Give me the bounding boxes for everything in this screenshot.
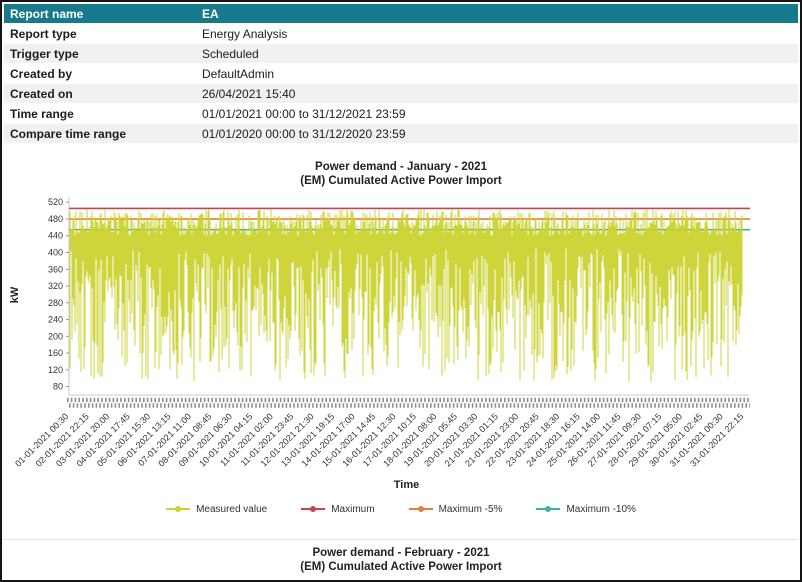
report-page: Report name EA Report type Energy Analys…: [0, 0, 802, 582]
table-row: Created by DefaultAdmin: [4, 64, 798, 84]
maximum-5-swatch-icon: [409, 508, 433, 510]
field-value: DefaultAdmin: [196, 67, 798, 81]
chart-legend: Measured value Maximum Maximum -5% Maxim…: [4, 500, 798, 518]
legend-item-maximum-5: Maximum -5%: [409, 504, 503, 515]
maximum-swatch-icon: [301, 508, 325, 510]
svg-text:280: 280: [48, 298, 63, 308]
measured-value-swatch-icon: [166, 508, 190, 510]
next-chart-subtitle: (EM) Cumulated Active Power Import: [4, 560, 798, 574]
table-row: Report type Energy Analysis: [4, 24, 798, 44]
svg-text:360: 360: [48, 264, 63, 274]
field-label: Time range: [4, 107, 196, 121]
field-label: Trigger type: [4, 47, 196, 61]
legend-marker-icon: [175, 506, 181, 512]
field-label: Compare time range: [4, 127, 196, 141]
maximum-10-swatch-icon: [536, 508, 560, 510]
power-demand-chart: 80120160200240280320360400440480520kW01-…: [4, 190, 802, 498]
legend-label: Maximum -5%: [439, 504, 503, 515]
next-chart-title-block: Power demand - February - 2021 (EM) Cumu…: [4, 539, 798, 576]
svg-text:120: 120: [48, 365, 63, 375]
svg-text:80: 80: [53, 382, 63, 392]
svg-text:kW: kW: [9, 286, 21, 303]
legend-marker-icon: [545, 506, 551, 512]
field-value: 01/01/2020 00:00 to 31/12/2020 23:59: [196, 127, 798, 141]
legend-label: Measured value: [196, 504, 267, 515]
field-value: Scheduled: [196, 47, 798, 61]
svg-text:440: 440: [48, 231, 63, 241]
svg-text:Time: Time: [394, 479, 419, 491]
table-row: Time range 01/01/2021 00:00 to 31/12/202…: [4, 104, 798, 124]
svg-text:480: 480: [48, 214, 63, 224]
field-value: EA: [196, 7, 798, 21]
field-value: Energy Analysis: [196, 27, 798, 41]
svg-text:240: 240: [48, 315, 63, 325]
table-row: Created on 26/04/2021 15:40: [4, 84, 798, 104]
legend-marker-icon: [310, 506, 316, 512]
legend-label: Maximum: [331, 504, 374, 515]
svg-text:400: 400: [48, 247, 63, 257]
chart-title-block: Power demand - January - 2021 (EM) Cumul…: [4, 160, 798, 188]
field-value: 01/01/2021 00:00 to 31/12/2021 23:59: [196, 107, 798, 121]
chart-title: Power demand - January - 2021: [4, 160, 798, 174]
legend-item-maximum-10: Maximum -10%: [536, 504, 635, 515]
svg-text:320: 320: [48, 281, 63, 291]
field-label: Report type: [4, 27, 196, 41]
report-summary-table: Report name EA Report type Energy Analys…: [4, 4, 798, 144]
legend-label: Maximum -10%: [566, 504, 635, 515]
legend-marker-icon: [418, 506, 424, 512]
chart-subtitle: (EM) Cumulated Active Power Import: [4, 174, 798, 188]
field-value: 26/04/2021 15:40: [196, 87, 798, 101]
svg-text:200: 200: [48, 331, 63, 341]
legend-item-maximum: Maximum: [301, 504, 374, 515]
field-label: Created on: [4, 87, 196, 101]
next-chart-title: Power demand - February - 2021: [4, 546, 798, 560]
table-row: Trigger type Scheduled: [4, 44, 798, 64]
svg-text:520: 520: [48, 197, 63, 207]
svg-text:160: 160: [48, 348, 63, 358]
table-row: Compare time range 01/01/2020 00:00 to 3…: [4, 124, 798, 144]
legend-item-measured-value: Measured value: [166, 504, 267, 515]
table-header-row: Report name EA: [4, 4, 798, 24]
field-label: Report name: [4, 7, 196, 21]
field-label: Created by: [4, 67, 196, 81]
